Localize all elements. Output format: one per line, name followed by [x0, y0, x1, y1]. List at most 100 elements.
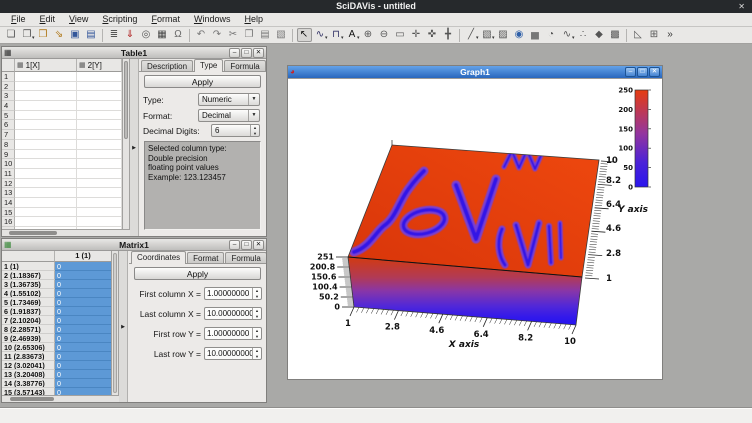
table1-titlebar[interactable]: ▦ Table1 – □ ✕: [2, 47, 266, 59]
pointer-button[interactable]: ↖: [297, 28, 312, 42]
matrix-cell[interactable]: 0: [55, 361, 111, 370]
add-image-button[interactable]: ▧▾: [480, 28, 495, 42]
table-cell[interactable]: [77, 169, 122, 179]
menu-edit[interactable]: Edit: [33, 13, 63, 26]
row-header[interactable]: 9: [2, 150, 15, 160]
spin-down-icon[interactable]: ▾: [253, 294, 261, 300]
close-icon[interactable]: ✕: [649, 67, 660, 77]
new-aspect-button[interactable]: ❐▾: [20, 28, 35, 42]
row-header[interactable]: 2 (1.18367): [2, 271, 55, 280]
spin-arrows[interactable]: ▴▾: [252, 308, 261, 319]
spin-down-icon[interactable]: ▾: [253, 314, 261, 320]
table-cell[interactable]: [15, 198, 77, 208]
row-header[interactable]: 8 (2.28571): [2, 325, 55, 334]
select-data-range-button[interactable]: ╋: [441, 28, 456, 42]
spin-arrows[interactable]: ▴▾: [252, 288, 261, 299]
app-close-icon[interactable]: ✕: [738, 0, 745, 13]
spinbox[interactable]: 1.00000000▴▾: [204, 287, 262, 300]
table-cell[interactable]: [77, 82, 122, 92]
matrix-cell[interactable]: 0: [55, 262, 111, 271]
plot-spline-button[interactable]: ∿▾: [560, 28, 575, 42]
row-header[interactable]: 13: [2, 188, 15, 198]
row-header[interactable]: 6: [2, 120, 15, 130]
clear-button[interactable]: ▧: [274, 28, 289, 42]
row-header[interactable]: 1 (1): [2, 262, 55, 271]
plot-scatter-button[interactable]: ∴: [576, 28, 591, 42]
matrix-cell[interactable]: 0: [55, 379, 111, 388]
spin-arrows[interactable]: ▴▾: [252, 328, 261, 339]
maximize-icon[interactable]: □: [241, 240, 252, 250]
matrix-corner-cell[interactable]: [2, 251, 55, 262]
table-cell[interactable]: [77, 120, 122, 130]
format-select[interactable]: Decimal ▼: [198, 109, 260, 122]
row-header[interactable]: 15: [2, 208, 15, 218]
apply-button[interactable]: Apply: [144, 75, 261, 88]
tab-formula[interactable]: Formula: [225, 252, 266, 263]
scrollbar-thumb[interactable]: [10, 397, 54, 401]
table-cell[interactable]: [15, 179, 77, 189]
row-header[interactable]: 15 (3.57143): [2, 388, 55, 395]
table-cell[interactable]: [77, 130, 122, 140]
matrix-cell[interactable]: 0: [55, 352, 111, 361]
matrix-cell[interactable]: 0: [55, 298, 111, 307]
text-tool-button[interactable]: A▾: [345, 28, 360, 42]
table-cell[interactable]: [15, 208, 77, 218]
redo-button[interactable]: ↷: [210, 28, 225, 42]
panel-collapse-handle[interactable]: ▶: [119, 251, 128, 402]
spin-down-icon[interactable]: ▾: [251, 131, 259, 137]
matrix-cell[interactable]: 0: [55, 271, 111, 280]
export-pdf-button[interactable]: ⇓: [123, 28, 138, 42]
matrix-cell[interactable]: 0: [55, 370, 111, 379]
add-picture-button[interactable]: ▨: [496, 28, 511, 42]
spin-value[interactable]: 10.00000000: [205, 348, 252, 359]
row-header[interactable]: 9 (2.46939): [2, 334, 55, 343]
panel-collapse-handle[interactable]: ▶: [130, 59, 139, 236]
table-cell[interactable]: [77, 101, 122, 111]
row-header[interactable]: 4 (1.55102): [2, 289, 55, 298]
table-cell[interactable]: [15, 82, 77, 92]
row-header[interactable]: 8: [2, 140, 15, 150]
row-header[interactable]: 2: [2, 82, 15, 92]
menu-view[interactable]: View: [62, 13, 95, 26]
digits-spinbox[interactable]: 6 ▴▾: [211, 124, 260, 137]
spinbox[interactable]: 10.00000000▴▾: [204, 347, 262, 360]
table1-vertical-scrollbar[interactable]: [122, 59, 130, 229]
table-cell[interactable]: [15, 150, 77, 160]
type-select[interactable]: Numeric ▼: [198, 93, 260, 106]
matrix-cell[interactable]: 0: [55, 334, 111, 343]
step-style-button[interactable]: ⊓▾: [329, 28, 344, 42]
column-header-1[interactable]: ▦ 1[X]: [15, 59, 77, 72]
close-icon[interactable]: ✕: [253, 48, 264, 58]
graph1-titlebar[interactable]: ◕ Graph1 – □ ✕: [288, 66, 662, 79]
plot-contour-button[interactable]: ▩: [608, 28, 623, 42]
minimize-icon[interactable]: –: [625, 67, 636, 77]
row-header[interactable]: 14: [2, 198, 15, 208]
table-cell[interactable]: [15, 140, 77, 150]
plot-canvas[interactable]: 250 200 150 100 50 0 251200.8150.6100.45…: [288, 79, 662, 379]
table-cell[interactable]: [77, 198, 122, 208]
row-header[interactable]: 14 (3.38776): [2, 379, 55, 388]
draw-line-button[interactable]: ╱▾: [464, 28, 479, 42]
tab-coordinates[interactable]: Coordinates: [131, 251, 186, 264]
row-header[interactable]: 12 (3.02041): [2, 361, 55, 370]
matrix-cell[interactable]: 0: [55, 388, 111, 395]
minimize-icon[interactable]: –: [229, 240, 240, 250]
matrix1-titlebar[interactable]: ▦ Matrix1 – □ ✕: [2, 239, 266, 251]
row-header[interactable]: 12: [2, 179, 15, 189]
scrollbar-thumb[interactable]: [113, 253, 117, 393]
table-cell[interactable]: [15, 72, 77, 82]
tab-formula[interactable]: Formula: [224, 60, 265, 71]
maximize-icon[interactable]: □: [637, 67, 648, 77]
table-cell[interactable]: [77, 208, 122, 218]
copy-button[interactable]: ❐: [242, 28, 257, 42]
lock-button[interactable]: Ω: [171, 28, 186, 42]
plot-surface-button[interactable]: ◆: [592, 28, 607, 42]
column-header-2[interactable]: ▦ 2[Y]: [77, 59, 122, 72]
open-project-button[interactable]: ❒: [36, 28, 51, 42]
row-header[interactable]: 7 (2.10204): [2, 316, 55, 325]
spin-down-icon[interactable]: ▾: [253, 354, 261, 360]
rescale-button[interactable]: ▭: [393, 28, 408, 42]
plot-bars-button[interactable]: ▅: [528, 28, 543, 42]
close-icon[interactable]: ✕: [253, 240, 264, 250]
add-table-button[interactable]: ▦: [155, 28, 170, 42]
